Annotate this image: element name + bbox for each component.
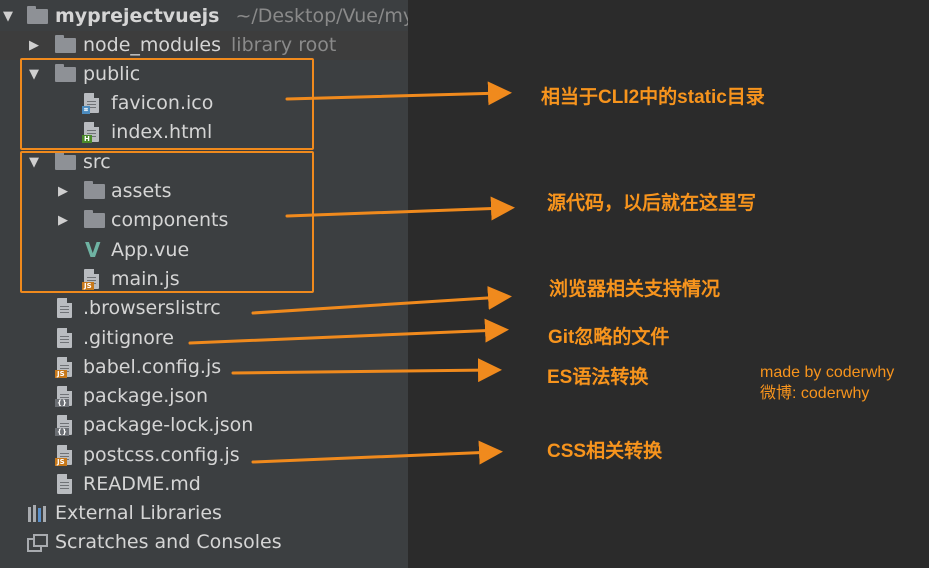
tree-row-external-libraries[interactable]: External Libraries [0,499,408,528]
folder-icon [27,6,48,24]
tree-row-node-modules[interactable]: ▶ node_modules library root [0,31,408,60]
public-highlight-box [20,58,314,150]
text-file-icon [57,298,72,318]
watermark-credit: made by coderwhy 微博: coderwhy [760,362,894,404]
src-highlight-box [20,151,314,293]
tree-row-scratches[interactable]: Scratches and Consoles [0,528,408,557]
text-file-icon [57,474,72,494]
scratches-label: Scratches and Consoles [55,531,282,553]
tree-row-readme[interactable]: README.md [0,470,408,499]
package-lock-label: package-lock.json [83,414,254,436]
tree-row-root[interactable]: ▼ myprejectvuejs ~/Desktop/Vue/myp [0,2,408,31]
json-file-icon: {} [55,386,72,407]
node-modules-label: node_modules [83,34,222,56]
project-name: myprejectvuejs [55,5,220,27]
chevron-right-icon[interactable]: ▶ [27,31,41,60]
external-libraries-label: External Libraries [55,502,222,524]
chevron-down-icon[interactable]: ▼ [1,2,15,31]
babel-config-label: babel.config.js [83,356,222,378]
project-path: ~/Desktop/Vue/myp [235,5,408,27]
annotation-src: 源代码，以后就在这里写 [547,193,757,214]
library-root-hint: library root [231,34,337,56]
annotation-postcss: CSS相关转换 [547,441,663,462]
tree-row-postcss-config[interactable]: JS postcss.config.js [0,441,408,470]
text-file-icon [57,328,72,348]
postcss-config-label: postcss.config.js [83,444,240,466]
annotation-babel: ES语法转换 [547,367,649,388]
js-file-icon: JS [55,357,72,378]
tree-row-package-lock[interactable]: {} package-lock.json [0,411,408,440]
gitignore-label: .gitignore [83,327,174,349]
readme-label: README.md [83,473,201,495]
package-json-label: package.json [83,385,209,407]
tree-row-package-json[interactable]: {} package.json [0,382,408,411]
annotation-gitignore: Git忽略的文件 [548,327,670,348]
scratch-icon [27,534,48,552]
library-icon [28,505,46,522]
tree-row-gitignore[interactable]: .gitignore [0,324,408,353]
credit-line-1: made by coderwhy [760,364,895,381]
folder-icon [55,35,76,53]
json-file-icon: {} [55,415,72,436]
tree-row-babel-config[interactable]: JS babel.config.js [0,353,408,382]
browserslistrc-label: .browserslistrc [83,297,221,319]
annotation-public: 相当于CLI2中的static目录 [541,87,765,108]
tree-row-browserslistrc[interactable]: .browserslistrc [0,294,408,323]
credit-line-2: 微博: coderwhy [760,385,870,402]
js-file-icon: JS [55,445,72,466]
annotation-browserslistrc: 浏览器相关支持情况 [549,279,721,300]
